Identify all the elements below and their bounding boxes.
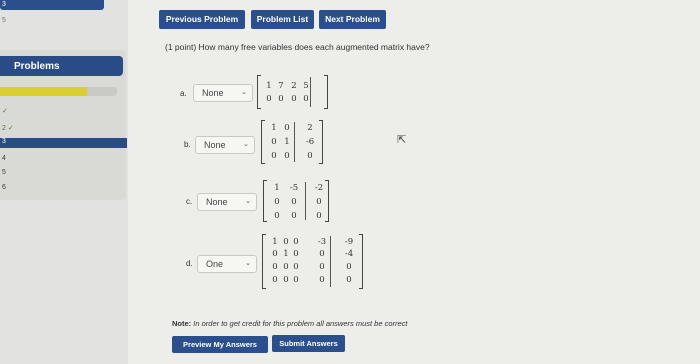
part-a-label: a. <box>180 89 187 98</box>
matrix-cell: 0 <box>272 249 278 259</box>
chevron-down-icon: ⌄ <box>241 89 247 96</box>
matrix-cell: 0 <box>291 197 297 207</box>
matrix-cell: 0 <box>274 211 280 221</box>
progress-bar-fill <box>0 87 87 96</box>
matrix-cell: 0 <box>293 262 299 272</box>
matrix-cell: 0 <box>291 211 297 221</box>
matrix-cell: 0 <box>319 262 325 272</box>
matrix-cell: 0 <box>271 137 277 147</box>
sidebar-item-problem-4[interactable]: 4 <box>0 155 6 162</box>
matrix-cell: -4 <box>344 249 354 259</box>
mouse-cursor-icon: ⇱ <box>397 134 407 146</box>
matrix-cell: 0 <box>319 275 325 285</box>
matrix-cell: 2 <box>307 123 313 133</box>
matrix-d: 1 0 0 -3 -9 0 1 0 0 -4 0 0 0 0 0 0 0 0 0 0 <box>262 234 363 289</box>
problem-statement: (1 point) How many free variables does e… <box>165 42 430 52</box>
matrix-cell: -6 <box>305 137 315 147</box>
matrix-cell: 0 <box>316 197 322 207</box>
matrix-cell: 2 <box>291 81 297 91</box>
matrix-cell: 0 <box>319 249 325 259</box>
part-a-select-value: None <box>202 88 224 98</box>
sidebar-item-problem-2[interactable]: 2 ✓ <box>0 124 14 132</box>
part-d-select-value: One <box>206 259 224 269</box>
matrix-cell: 1 <box>271 123 277 133</box>
matrix-cell: 0 <box>272 262 278 272</box>
matrix-cell: -9 <box>344 237 354 247</box>
matrix-cell: 0 <box>284 151 290 161</box>
part-b-label: b. <box>184 140 191 149</box>
matrix-cell: -2 <box>314 183 324 193</box>
note-label: Note: <box>172 319 192 328</box>
sidebar-item-problem-6[interactable]: 6 <box>0 184 6 191</box>
matrix-cell: -3 <box>317 237 327 247</box>
matrix-c: 1 -5 -2 0 0 0 0 0 0 <box>263 180 329 222</box>
matrix-cell: 0 <box>346 275 352 285</box>
part-d-label: d. <box>186 259 193 268</box>
matrix-cell: 0 <box>346 262 352 272</box>
chevron-down-icon: ⌄ <box>245 198 251 205</box>
matrix-cell: 0 <box>278 94 284 104</box>
matrix-b: 1 0 2 0 1 -6 0 0 0 <box>261 120 323 164</box>
note-text: Note: In order to get credit for this pr… <box>172 319 408 328</box>
sidebar-item-problem-5[interactable]: 5 <box>0 169 6 176</box>
matrix-a: 17250000 <box>257 75 328 109</box>
matrix-cell: 0 <box>284 123 290 133</box>
matrix-cell: 0 <box>293 275 299 285</box>
note-body: In order to get credit for this problem … <box>193 319 408 328</box>
matrix-cell: 0 <box>266 94 272 104</box>
submit-answers-button[interactable]: Submit Answers <box>272 335 345 352</box>
matrix-cell: 0 <box>283 275 289 285</box>
part-a-select[interactable]: None ⌄ <box>193 84 253 102</box>
matrix-cell: 0 <box>293 249 299 259</box>
matrix-cell: 0 <box>307 151 313 161</box>
preview-my-answers-button[interactable]: Preview My Answers <box>172 336 268 353</box>
part-c-label: c. <box>186 197 193 206</box>
main-content <box>128 0 700 364</box>
part-c-select[interactable]: None ⌄ <box>197 193 257 211</box>
sidebar-top-number: 3 <box>2 1 6 8</box>
sidebar-top-tab[interactable] <box>0 0 104 10</box>
matrix-cell: 1 <box>272 237 278 247</box>
sidebar-item-problem-3[interactable]: 3 <box>0 138 127 148</box>
matrix-cell: -5 <box>289 183 299 193</box>
matrix-cell: 0 <box>272 275 278 285</box>
matrix-cell: 0 <box>274 197 280 207</box>
matrix-cell: 0 <box>283 262 289 272</box>
previous-problem-button[interactable]: Previous Problem <box>159 10 245 29</box>
part-c-select-value: None <box>206 197 228 207</box>
sidebar-small-number: 5 <box>2 17 6 24</box>
matrix-cell: 1 <box>284 137 290 147</box>
part-b-select-value: None <box>204 140 226 150</box>
chevron-down-icon: ⌄ <box>243 141 249 148</box>
next-problem-button[interactable]: Next Problem <box>319 10 386 29</box>
problems-header: Problems <box>0 56 123 76</box>
matrix-cell: 0 <box>271 151 277 161</box>
matrix-cell: 1 <box>283 249 289 259</box>
chevron-down-icon: ⌄ <box>245 260 251 267</box>
matrix-cell: 0 <box>293 237 299 247</box>
part-b-select[interactable]: None ⌄ <box>195 136 255 154</box>
matrix-cell: 0 <box>316 211 322 221</box>
sidebar-item-problem-1[interactable]: ✓ <box>0 107 8 115</box>
problem-list-button[interactable]: Problem List <box>251 10 314 29</box>
matrix-cell: 7 <box>278 81 284 91</box>
part-d-select[interactable]: One ⌄ <box>197 255 257 273</box>
matrix-cell: 0 <box>283 237 289 247</box>
matrix-cell: 0 <box>303 94 309 104</box>
matrix-cell: 1 <box>274 183 280 193</box>
matrix-cell: 1 <box>266 81 272 91</box>
matrix-cell: 5 <box>303 81 309 91</box>
progress-bar <box>0 87 117 96</box>
matrix-cell: 0 <box>291 94 297 104</box>
